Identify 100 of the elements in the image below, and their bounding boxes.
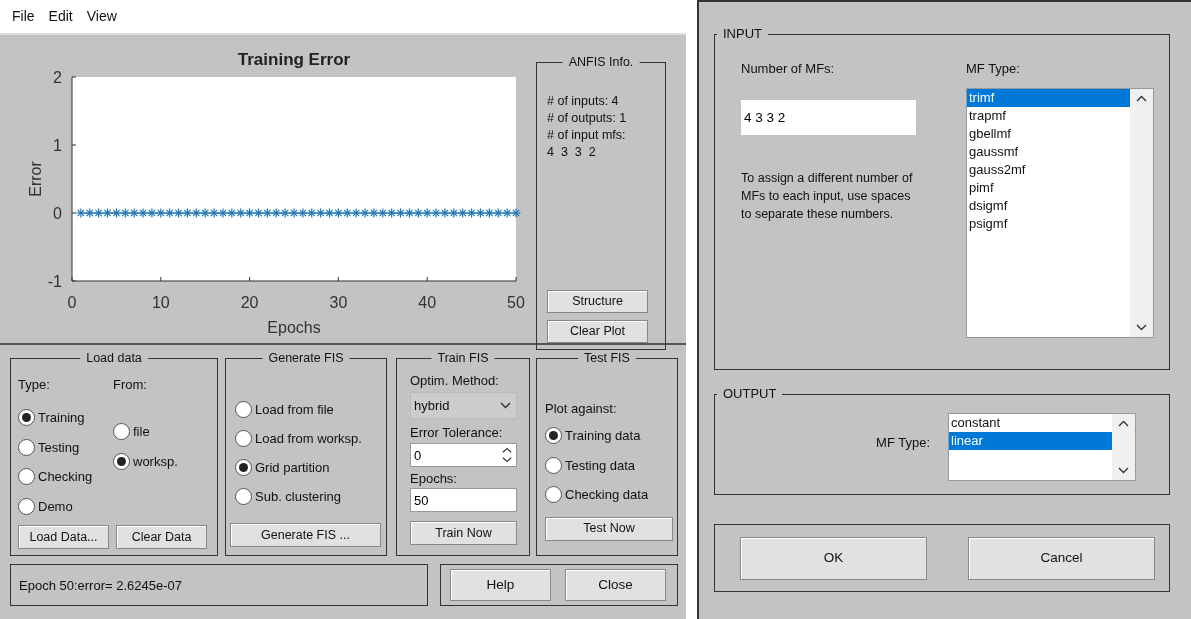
scroll-up-icon[interactable] — [1118, 420, 1129, 427]
radio-label: Load from worksp. — [255, 429, 362, 448]
field-label: Error Tolerance: — [410, 425, 504, 441]
tick-label: 10 — [151, 294, 170, 311]
data-point — [93, 207, 104, 219]
data-point — [226, 207, 237, 219]
radio-label: worksp. — [133, 452, 178, 471]
list-item[interactable]: trapmf — [967, 107, 1130, 125]
radio-button[interactable] — [235, 459, 252, 476]
button[interactable]: Clear Plot — [547, 320, 648, 343]
radio-button[interactable] — [18, 409, 35, 427]
radio-button[interactable] — [18, 468, 35, 486]
radio-label: Testing data — [565, 456, 636, 475]
data-point — [493, 207, 504, 219]
radio-label: Checking data — [565, 486, 649, 504]
radio-label: Training data — [565, 427, 641, 445]
data-point — [235, 207, 246, 219]
radio-label: Load from file — [255, 400, 334, 419]
listbox[interactable]: constant linear — [948, 413, 1136, 481]
button[interactable]: Help — [450, 569, 551, 601]
tick-label: 0 — [67, 294, 77, 311]
radio-button[interactable] — [235, 430, 252, 447]
radio-label: Sub. clustering — [255, 487, 341, 506]
tick-label: 1 — [53, 137, 62, 154]
data-point — [271, 207, 282, 219]
scroll-down-icon[interactable] — [1118, 467, 1129, 474]
list-item[interactable]: constant — [949, 414, 1112, 432]
list-item[interactable]: trimf — [967, 89, 1130, 107]
scrollbar[interactable] — [1130, 89, 1153, 337]
button[interactable]: Clear Data — [116, 525, 207, 549]
radio-button[interactable] — [235, 488, 252, 505]
scroll-up-icon[interactable] — [1136, 95, 1147, 102]
menu-item[interactable]: Edit — [48, 6, 73, 27]
scrollbar[interactable] — [1112, 414, 1135, 480]
field-label: MF Type: — [966, 60, 1021, 78]
column-label: Type: — [18, 376, 51, 394]
button[interactable]: Generate FIS ... — [230, 523, 381, 547]
data-point — [191, 207, 202, 219]
data-point — [244, 207, 255, 219]
axis-label: Error — [27, 161, 44, 197]
menu-item[interactable]: View — [86, 6, 117, 27]
mf-count-field[interactable]: 4 3 3 2 — [741, 100, 916, 135]
data-point — [217, 207, 229, 219]
radio-label: file — [133, 423, 150, 441]
data-point — [84, 207, 95, 219]
data-point — [422, 207, 433, 219]
data-point — [448, 207, 459, 219]
data-point — [439, 207, 451, 219]
list-item[interactable]: pimf — [967, 179, 1130, 197]
button[interactable]: Train Now — [410, 521, 517, 545]
data-point — [502, 207, 513, 219]
radio-label: Grid partition — [255, 458, 330, 477]
radio-button[interactable] — [113, 452, 130, 470]
list-item[interactable]: linear — [949, 432, 1112, 450]
button[interactable]: Test Now — [545, 516, 673, 541]
radio-button[interactable] — [18, 497, 35, 515]
radio-button[interactable] — [235, 401, 252, 418]
field-label: Plot against: — [545, 400, 618, 418]
data-point — [297, 207, 308, 219]
radio-button[interactable] — [545, 456, 562, 474]
button[interactable]: Cancel — [968, 536, 1155, 580]
data-point — [262, 207, 273, 219]
tick-label: -1 — [47, 273, 62, 290]
radio-button[interactable] — [18, 438, 35, 456]
button[interactable]: Structure — [547, 290, 648, 313]
info-text: 4 3 3 2 — [547, 144, 597, 161]
button[interactable]: Load Data... — [18, 525, 109, 549]
radio-button[interactable] — [113, 423, 130, 441]
caret-icon[interactable] — [500, 402, 511, 409]
column-label: From: — [113, 376, 148, 394]
radio-label: Training — [38, 409, 85, 427]
list-item[interactable]: dsigmf — [967, 197, 1130, 215]
data-point — [137, 207, 149, 219]
data-point — [146, 207, 157, 219]
list-item[interactable]: gauss2mf — [967, 161, 1130, 179]
data-point — [377, 207, 388, 219]
radio-button[interactable] — [545, 427, 562, 445]
epochs-field[interactable]: 50 — [410, 488, 517, 512]
data-point — [484, 207, 495, 219]
data-point — [209, 207, 220, 219]
list-item[interactable]: gaussmf — [967, 143, 1130, 161]
list-item[interactable]: psigmf — [967, 215, 1130, 233]
data-point — [155, 207, 166, 219]
data-point — [342, 207, 353, 219]
button[interactable]: Close — [565, 569, 666, 601]
button[interactable]: OK — [740, 536, 927, 580]
data-point — [315, 207, 326, 219]
field-label: Number of MFs: — [741, 60, 836, 78]
data-point — [457, 207, 468, 219]
method-dropdown[interactable]: hybrid — [410, 392, 517, 419]
menu-item[interactable]: File — [12, 6, 35, 27]
data-point — [510, 207, 522, 219]
data-point — [351, 207, 362, 219]
data-point — [324, 207, 335, 219]
listbox[interactable]: trimf trapmf gbellmf gaussmf gauss2mf pimf dsigmf psigmf — [966, 88, 1154, 338]
scroll-down-icon[interactable] — [1136, 324, 1147, 331]
radio-button[interactable] — [545, 486, 562, 504]
data-point — [102, 207, 113, 219]
list-item[interactable]: gbellmf — [967, 125, 1130, 143]
tick-label: 20 — [240, 294, 259, 311]
